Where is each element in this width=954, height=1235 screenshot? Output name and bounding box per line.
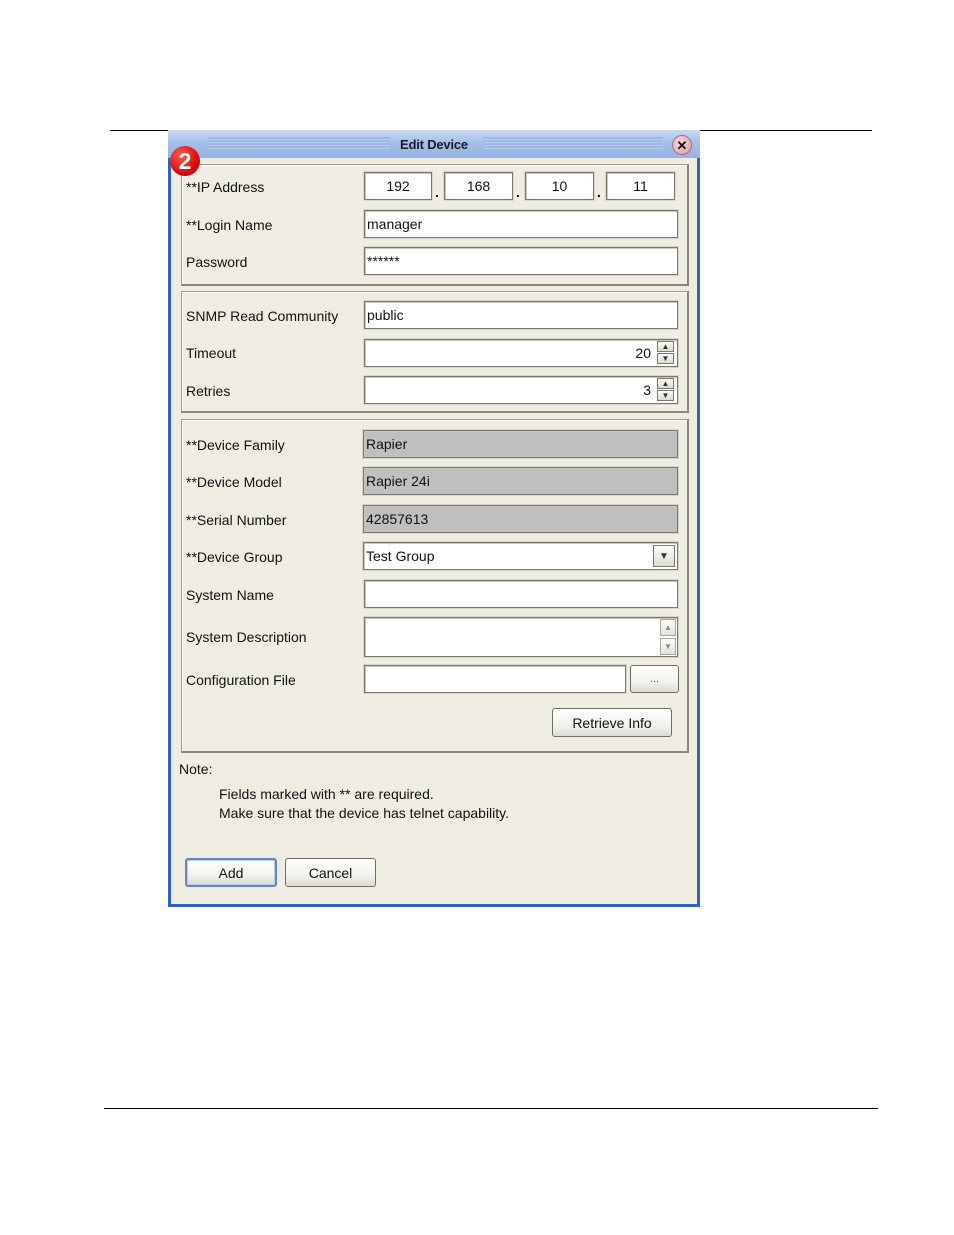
arrow-down-icon: ▼: [661, 390, 670, 400]
serial-number-field: 42857613: [363, 505, 678, 533]
edit-device-dialog: Edit Device ✕ **IP Address 192 . 168 . 1…: [168, 130, 700, 907]
cancel-button[interactable]: Cancel: [285, 858, 376, 887]
close-button[interactable]: ✕: [672, 135, 692, 155]
ip-octet-4-input[interactable]: 11: [606, 172, 675, 200]
password-label: Password: [186, 254, 248, 270]
retrieve-info-button[interactable]: Retrieve Info: [552, 708, 672, 737]
scroll-down-button[interactable]: ▼: [660, 638, 676, 655]
login-name-label: **Login Name: [186, 217, 273, 233]
snmp-community-label: SNMP Read Community: [186, 308, 339, 324]
arrow-down-icon: ▼: [661, 353, 670, 363]
serial-number-label: **Serial Number: [186, 512, 287, 528]
timeout-label: Timeout: [186, 345, 237, 361]
retries-stepper[interactable]: ▲ ▼: [657, 378, 675, 402]
chevron-down-icon: ▼: [659, 550, 669, 562]
device-group-select[interactable]: Test Group ▼: [363, 542, 678, 570]
close-icon: ✕: [676, 137, 688, 153]
login-name-input[interactable]: manager: [364, 210, 678, 238]
configuration-file-input[interactable]: [364, 665, 626, 693]
note-line: Fields marked with ** are required.: [219, 786, 434, 802]
device-family-field: Rapier: [363, 430, 678, 458]
configuration-file-label: Configuration File: [186, 672, 296, 688]
bottom-page-rule: [104, 1108, 878, 1109]
arrow-up-icon: ▲: [661, 341, 670, 351]
retries-increment-button[interactable]: ▲: [657, 378, 674, 389]
note-heading: Note:: [179, 761, 213, 777]
device-group-label: **Device Group: [186, 549, 283, 565]
retries-decrement-button[interactable]: ▼: [657, 390, 674, 401]
add-button[interactable]: Add: [185, 858, 277, 887]
system-name-input[interactable]: [364, 580, 678, 608]
retries-label: Retries: [186, 383, 231, 399]
device-model-field: Rapier 24i: [363, 467, 678, 495]
browse-button[interactable]: ...: [630, 665, 679, 693]
password-input[interactable]: ******: [364, 247, 678, 275]
timeout-input[interactable]: 20: [364, 339, 678, 367]
system-name-label: System Name: [186, 587, 274, 603]
device-group-dropdown-button[interactable]: ▼: [653, 545, 675, 567]
dialog-body: **IP Address 192 . 168 . 10 . 11 **Login…: [171, 158, 697, 904]
dialog-title: Edit Device: [400, 137, 468, 152]
device-family-label: **Device Family: [186, 437, 285, 453]
arrow-down-icon: ▼: [664, 642, 672, 651]
system-description-label: System Description: [186, 629, 307, 645]
scroll-up-button[interactable]: ▲: [660, 619, 676, 636]
arrow-up-icon: ▲: [661, 378, 670, 388]
ip-octet-2-input[interactable]: 168: [444, 172, 513, 200]
timeout-increment-button[interactable]: ▲: [657, 341, 674, 352]
device-model-label: **Device Model: [186, 474, 282, 490]
timeout-stepper[interactable]: ▲ ▼: [657, 341, 675, 365]
system-description-textarea[interactable]: ▲ ▼: [364, 617, 678, 657]
ip-octet-1-input[interactable]: 192: [364, 172, 432, 200]
snmp-community-input[interactable]: public: [364, 301, 678, 329]
device-group-value: Test Group: [366, 548, 435, 564]
ip-octet-3-input[interactable]: 10: [525, 172, 594, 200]
ip-separator: .: [597, 184, 601, 200]
ip-address-label: **IP Address: [186, 179, 265, 195]
arrow-up-icon: ▲: [664, 623, 672, 632]
ip-separator: .: [435, 184, 439, 200]
retries-input[interactable]: 3: [364, 376, 678, 404]
timeout-decrement-button[interactable]: ▼: [657, 353, 674, 364]
title-bar[interactable]: Edit Device ✕: [168, 130, 700, 158]
ip-separator: .: [516, 184, 520, 200]
note-line: Make sure that the device has telnet cap…: [219, 805, 510, 821]
step-badge: 2: [170, 146, 200, 176]
